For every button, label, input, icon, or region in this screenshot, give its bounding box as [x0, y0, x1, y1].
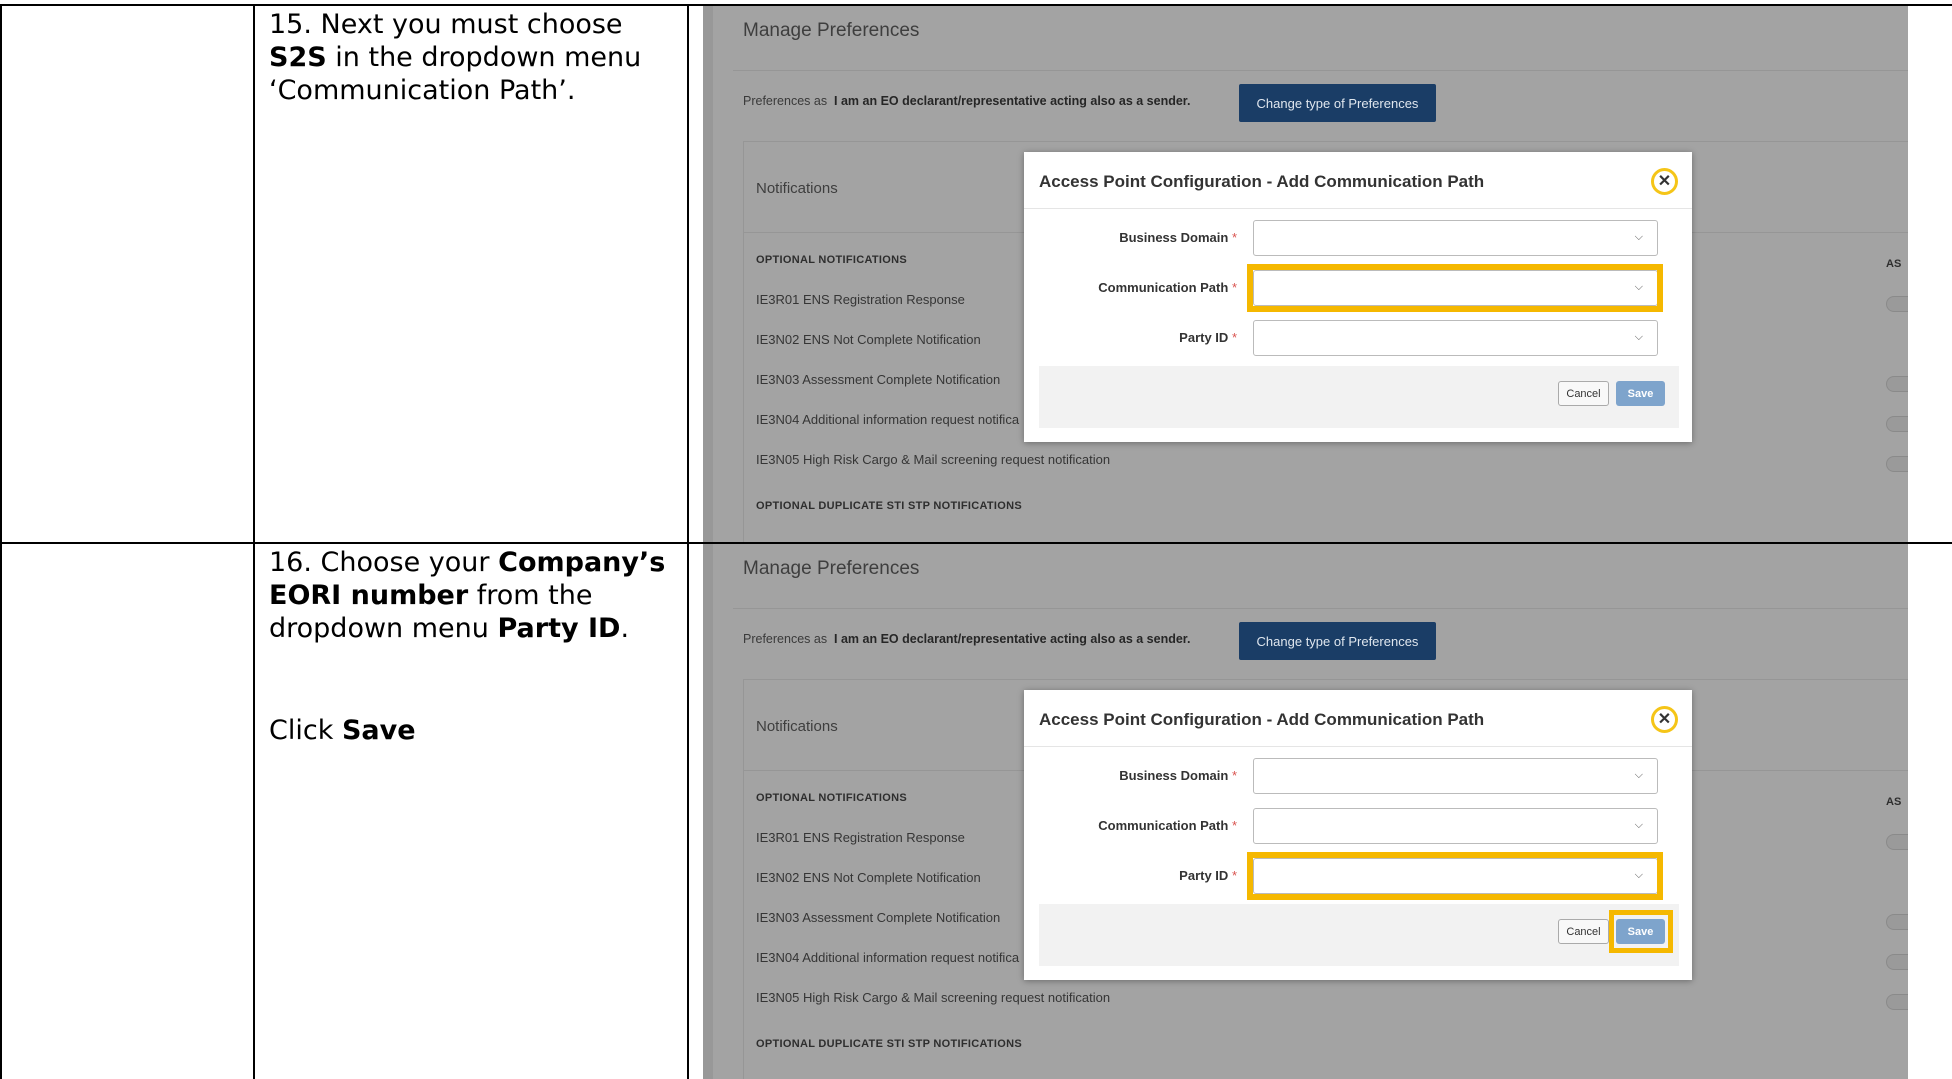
chevron-down-icon: ⌵ — [1634, 819, 1643, 831]
screenshot-step-15: Manage Preferences Preferences as I am a… — [703, 6, 1908, 542]
notification-row: IE3N04 Additional information request no… — [756, 950, 1020, 965]
modal-title: Access Point Configuration - Add Communi… — [1039, 172, 1485, 191]
page-title: Manage Preferences — [743, 20, 920, 41]
step-text: . — [620, 613, 630, 644]
change-preferences-button[interactable]: Change type of Preferences — [1239, 622, 1436, 660]
business-domain-select[interactable]: ⌵ — [1253, 758, 1658, 794]
page-side-strip — [703, 544, 713, 1079]
preferences-type: I am an EO declarant/representative acti… — [834, 94, 1191, 108]
business-domain-label: Business Domain * — [1119, 768, 1237, 783]
step-15-instructions: 15. Next you must choose S2S in the drop… — [269, 8, 679, 107]
party-id-label: Party ID * — [1179, 868, 1237, 883]
party-id-label: Party ID * — [1179, 330, 1237, 345]
section-optional-notifications: OPTIONAL NOTIFICATIONS — [756, 792, 908, 804]
step-number: 15. — [269, 9, 312, 40]
step-bold-value: S2S — [269, 42, 327, 73]
notification-toggle[interactable] — [1886, 994, 1908, 1010]
business-domain-select[interactable]: ⌵ — [1253, 220, 1658, 256]
step-text: Next you must choose — [320, 9, 623, 40]
column-header-as: AS — [1886, 258, 1902, 270]
party-id-select[interactable]: ⌵ — [1253, 320, 1658, 356]
highlight-save-button — [1609, 910, 1673, 953]
highlight-communication-path — [1247, 264, 1663, 312]
notification-toggle[interactable] — [1886, 416, 1908, 432]
notification-toggle[interactable] — [1886, 834, 1908, 850]
cancel-button[interactable]: Cancel — [1558, 381, 1609, 406]
notification-row: IE3N02 ENS Not Complete Notification — [756, 332, 981, 347]
notification-row: IE3N03 Assessment Complete Notification — [756, 910, 1001, 925]
notification-row: IE3R01 ENS Registration Response — [756, 830, 965, 845]
section-duplicate-notifications: OPTIONAL DUPLICATE STI STP NOTIFICATIONS — [756, 500, 1023, 512]
chevron-down-icon: ⌵ — [1634, 769, 1643, 781]
close-icon[interactable]: ✕ — [1651, 168, 1678, 195]
notifications-title: Notifications — [756, 180, 838, 197]
add-communication-path-modal: Access Point Configuration - Add Communi… — [1024, 152, 1692, 442]
divider — [733, 70, 1908, 71]
modal-footer: Cancel Save — [1039, 904, 1679, 966]
step-number: 16. — [269, 547, 312, 578]
communication-path-label: Communication Path * — [1098, 818, 1237, 833]
screenshot-step-16: Manage Preferences Preferences as I am a… — [703, 544, 1908, 1079]
highlight-party-id — [1247, 852, 1663, 900]
page-title: Manage Preferences — [743, 558, 920, 579]
preferences-line: Preferences as I am an EO declarant/repr… — [743, 94, 1190, 108]
notification-toggle[interactable] — [1886, 376, 1908, 392]
section-optional-notifications: OPTIONAL NOTIFICATIONS — [756, 254, 908, 266]
step-text: Choose your — [320, 547, 490, 578]
step-16-click-save: Click Save — [269, 714, 679, 747]
divider — [733, 608, 1908, 609]
change-preferences-button[interactable]: Change type of Preferences — [1239, 84, 1436, 122]
preferences-prefix: Preferences as — [743, 632, 828, 646]
notification-row: IE3N02 ENS Not Complete Notification — [756, 870, 981, 885]
notifications-title: Notifications — [756, 718, 838, 735]
notification-row: IE3N03 Assessment Complete Notification — [756, 372, 1001, 387]
business-domain-label: Business Domain * — [1119, 230, 1237, 245]
notification-row: IE3N05 High Risk Cargo & Mail screening … — [756, 990, 1111, 1005]
cancel-button[interactable]: Cancel — [1558, 919, 1609, 944]
divider — [1024, 746, 1692, 747]
preferences-type: I am an EO declarant/representative acti… — [834, 632, 1191, 646]
column-header-as: AS — [1886, 796, 1902, 808]
notification-row: IE3N05 High Risk Cargo & Mail screening … — [756, 452, 1111, 467]
section-duplicate-notifications: OPTIONAL DUPLICATE STI STP NOTIFICATIONS — [756, 1038, 1023, 1050]
preferences-prefix: Preferences as — [743, 94, 828, 108]
step-bold-value: Save — [341, 715, 416, 746]
add-communication-path-modal: Access Point Configuration - Add Communi… — [1024, 690, 1692, 980]
chevron-down-icon: ⌵ — [1634, 231, 1643, 243]
preferences-line: Preferences as I am an EO declarant/repr… — [743, 632, 1190, 646]
notification-row: IE3R01 ENS Registration Response — [756, 292, 965, 307]
step-text: Click — [269, 715, 334, 746]
notification-row: IE3N04 Additional information request no… — [756, 412, 1020, 427]
notification-toggle[interactable] — [1886, 456, 1908, 472]
chevron-down-icon: ⌵ — [1634, 331, 1643, 343]
communication-path-label: Communication Path * — [1098, 280, 1237, 295]
page-side-strip — [703, 6, 713, 542]
divider — [1024, 208, 1692, 209]
save-button[interactable]: Save — [1616, 381, 1665, 406]
notification-toggle[interactable] — [1886, 954, 1908, 970]
step-16-instructions: 16. Choose your Company’s EORI number fr… — [269, 546, 679, 645]
communication-path-select[interactable]: ⌵ — [1253, 808, 1658, 844]
modal-footer: Cancel Save — [1039, 366, 1679, 428]
notification-toggle[interactable] — [1886, 296, 1908, 312]
step-bold-value: Party ID — [497, 613, 621, 644]
close-icon[interactable]: ✕ — [1651, 706, 1678, 733]
notification-toggle[interactable] — [1886, 914, 1908, 930]
modal-title: Access Point Configuration - Add Communi… — [1039, 710, 1485, 729]
